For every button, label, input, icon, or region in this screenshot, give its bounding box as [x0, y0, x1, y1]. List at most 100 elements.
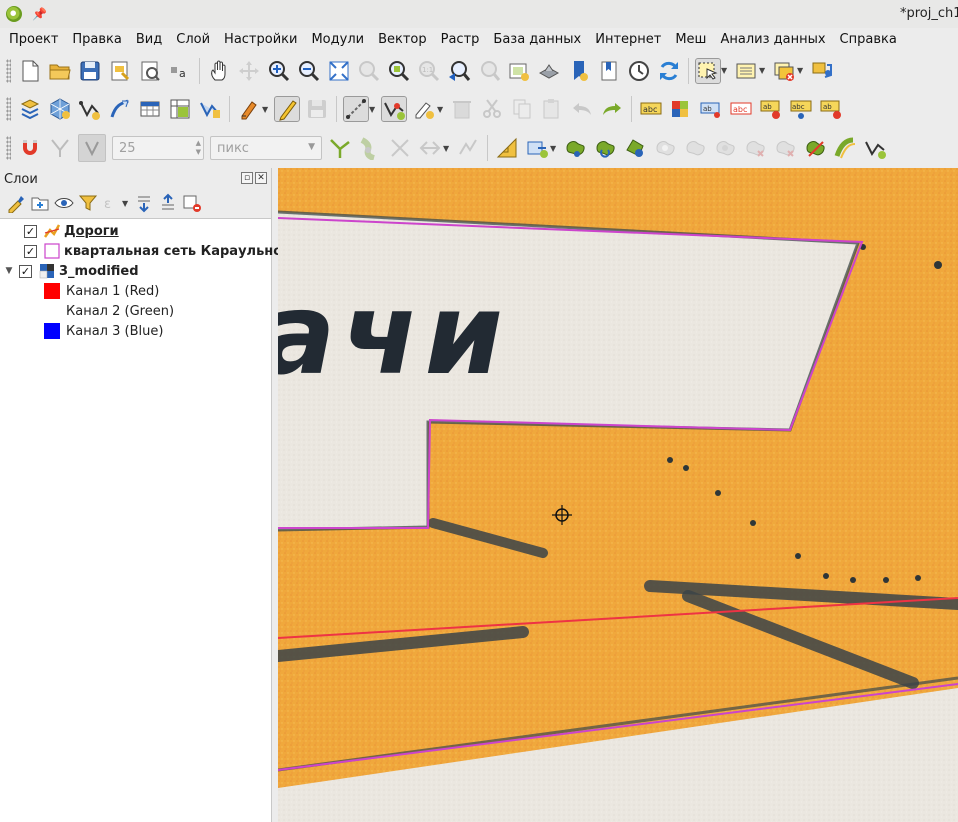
- filter-legend-icon[interactable]: [78, 193, 98, 213]
- map-canvas[interactable]: ачи: [278, 168, 958, 822]
- toggle-editing-icon[interactable]: [274, 96, 300, 122]
- filter-by-expression-icon[interactable]: ε: [102, 193, 122, 213]
- expand-all-icon[interactable]: [134, 193, 154, 213]
- pan-map-icon[interactable]: [207, 59, 231, 83]
- pan-to-selection-icon[interactable]: [237, 59, 261, 83]
- zoom-to-layer-icon[interactable]: [387, 59, 411, 83]
- zoom-out-icon[interactable]: [297, 59, 321, 83]
- modify-attributes-dropdown-icon[interactable]: ▼: [437, 105, 445, 114]
- delete-ring-icon[interactable]: [743, 136, 767, 160]
- paste-features-icon[interactable]: [540, 97, 564, 121]
- modify-attributes-icon[interactable]: [412, 97, 436, 121]
- zoom-full-icon[interactable]: [327, 59, 351, 83]
- label-toolbar-icon[interactable]: abc: [639, 97, 663, 121]
- new-project-icon[interactable]: [18, 59, 42, 83]
- layer-item-block-network[interactable]: ✓ квартальная сеть Караульное: [24, 241, 291, 261]
- snapping-tolerance-input[interactable]: 25 ▲ ▼: [112, 136, 204, 160]
- select-by-value-icon[interactable]: [734, 59, 758, 83]
- snapping-layer-mode-icon[interactable]: [78, 134, 106, 162]
- menu-layer[interactable]: Слой: [169, 29, 217, 51]
- toolbar-grip[interactable]: [6, 136, 11, 160]
- current-edits-icon[interactable]: [237, 97, 261, 121]
- filter-expression-dropdown-icon[interactable]: ▼: [122, 199, 130, 208]
- advanced-digitizing-icon[interactable]: [495, 136, 519, 160]
- redo-icon[interactable]: [600, 97, 624, 121]
- shape-digitizing-dropdown-icon[interactable]: ▼: [550, 144, 558, 153]
- select-by-value-dropdown-icon[interactable]: ▼: [759, 66, 767, 75]
- split-features-icon[interactable]: [863, 136, 887, 160]
- layer-item-roads[interactable]: ✓ Дороги: [24, 221, 119, 241]
- open-attribute-table-icon[interactable]: [138, 97, 162, 121]
- add-line-feature-icon[interactable]: [343, 96, 369, 122]
- data-source-manager-icon[interactable]: [18, 97, 42, 121]
- menu-help[interactable]: Справка: [833, 29, 904, 51]
- show-bookmarks-icon[interactable]: [597, 59, 621, 83]
- select-features-dropdown-icon[interactable]: ▼: [721, 66, 729, 75]
- copy-features-icon[interactable]: [510, 97, 534, 121]
- zoom-next-icon[interactable]: [477, 59, 501, 83]
- spin-arrows-icon[interactable]: ▲ ▼: [196, 139, 201, 157]
- menu-settings[interactable]: Настройки: [217, 29, 304, 51]
- label-show-hide-icon[interactable]: abc: [729, 97, 753, 121]
- topological-editing-icon[interactable]: [328, 136, 352, 160]
- rotate-feature-icon[interactable]: [593, 136, 617, 160]
- new-scratch-layer-icon[interactable]: [78, 97, 102, 121]
- manage-visibility-icon[interactable]: [54, 193, 74, 213]
- simplify-feature-icon[interactable]: [623, 136, 647, 160]
- layer-item-raster[interactable]: ▼ ✓ 3_modified: [4, 261, 139, 281]
- label-change-properties-icon[interactable]: ab: [819, 97, 843, 121]
- deselect-dropdown-icon[interactable]: ▼: [797, 66, 805, 75]
- open-project-icon[interactable]: [48, 59, 72, 83]
- vertex-tool-icon[interactable]: [381, 96, 407, 122]
- menu-plugins[interactable]: Модули: [304, 29, 371, 51]
- menu-edit[interactable]: Правка: [65, 29, 128, 51]
- statistics-icon[interactable]: [198, 97, 222, 121]
- current-edits-dropdown-icon[interactable]: ▼: [262, 105, 270, 114]
- remove-layer-icon[interactable]: [182, 193, 202, 213]
- menu-vector[interactable]: Вектор: [371, 29, 434, 51]
- new-geopackage-layer-icon[interactable]: [48, 97, 72, 121]
- undo-icon[interactable]: [570, 97, 594, 121]
- open-layer-styling-icon[interactable]: [6, 193, 26, 214]
- snapping-units-select[interactable]: пикс ▼: [210, 136, 322, 160]
- move-feature-icon[interactable]: [563, 136, 587, 160]
- menu-project[interactable]: Проект: [2, 29, 65, 51]
- new-map-view-icon[interactable]: [507, 59, 531, 83]
- collapse-all-icon[interactable]: [158, 193, 178, 213]
- panel-close-icon[interactable]: ✕: [255, 172, 267, 184]
- new-print-layout-icon[interactable]: [108, 59, 132, 83]
- label-rotate-icon[interactable]: abc: [789, 97, 813, 121]
- snapping-on-intersection-icon[interactable]: [358, 136, 382, 161]
- digitize-with-curve-icon[interactable]: [108, 97, 132, 121]
- snapping-magnet-icon[interactable]: [18, 136, 42, 160]
- expand-chevron-icon[interactable]: ▼: [4, 266, 14, 276]
- cut-features-icon[interactable]: [480, 97, 504, 121]
- delete-part-icon[interactable]: [773, 136, 797, 160]
- save-layer-edits-icon[interactable]: [305, 97, 329, 121]
- refresh-icon[interactable]: [657, 59, 681, 83]
- zoom-in-icon[interactable]: [267, 59, 291, 83]
- add-ring-icon[interactable]: [653, 136, 677, 160]
- menu-processing[interactable]: Анализ данных: [713, 29, 832, 51]
- field-calculator-icon[interactable]: [168, 97, 192, 121]
- identify-features-icon[interactable]: [810, 59, 834, 83]
- pin-icon[interactable]: 📌: [32, 7, 47, 21]
- menu-web[interactable]: Интернет: [588, 29, 668, 51]
- menu-raster[interactable]: Растр: [434, 29, 487, 51]
- shape-digitizing-icon[interactable]: [525, 136, 549, 160]
- select-features-icon[interactable]: [695, 57, 721, 84]
- tracing-icon[interactable]: [418, 136, 442, 160]
- avoid-overlap-icon[interactable]: [456, 136, 480, 160]
- temporal-controller-icon[interactable]: [627, 59, 651, 83]
- label-move-icon[interactable]: ab: [759, 97, 783, 121]
- style-manager-icon[interactable]: a: [168, 59, 192, 83]
- menu-database[interactable]: База данных: [486, 29, 588, 51]
- menu-view[interactable]: Вид: [129, 29, 169, 51]
- add-feature-dropdown-icon[interactable]: ▼: [369, 105, 377, 114]
- layer-visibility-checkbox[interactable]: ✓: [24, 244, 37, 258]
- offset-curve-icon[interactable]: [833, 136, 857, 160]
- deselect-features-icon[interactable]: [772, 59, 796, 83]
- zoom-native-resolution-icon[interactable]: 1:1: [417, 59, 441, 83]
- fill-ring-icon[interactable]: [713, 136, 737, 160]
- new-bookmark-icon[interactable]: [567, 59, 591, 83]
